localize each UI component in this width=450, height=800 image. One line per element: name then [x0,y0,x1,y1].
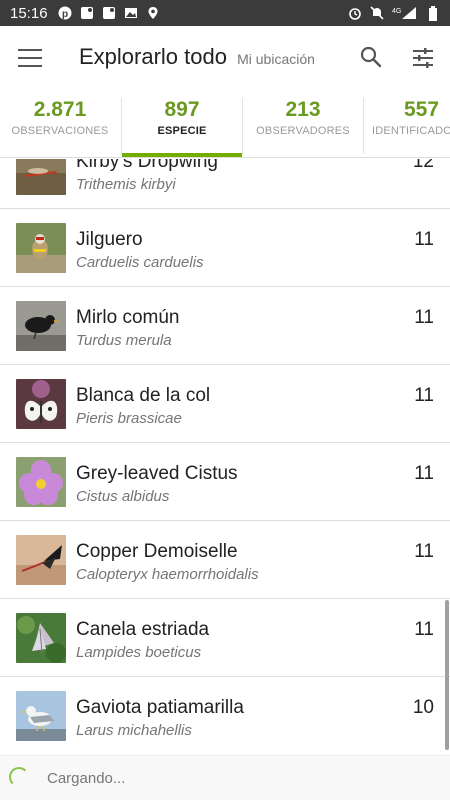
hamburger-icon-line [18,49,42,51]
tab-species[interactable]: 897 ESPECIE [122,92,242,158]
pinterest-icon: p [58,6,72,20]
tab-value: 897 [164,98,200,121]
species-thumbnail [16,159,66,195]
stats-tabs: 2.871 OBSERVACIONES 897 ESPECIE 213 OBSE… [0,92,450,158]
species-thumbnail [16,691,66,741]
list-item[interactable]: Grey-leaved Cistus Cistus albidus 11 [0,443,450,521]
observation-count: 11 [414,619,434,640]
species-list[interactable]: Kirby's Dropwing Trithemis kirbyi 12 Jil… [0,159,450,754]
list-item[interactable]: Canela estriada Lampides boeticus 11 [0,599,450,677]
app-icon [80,6,94,20]
system-icons: 4G [348,5,440,21]
tab-value: 213 [285,98,321,121]
search-icon [360,46,382,68]
hamburger-icon-line [18,57,42,59]
observation-count: 11 [414,463,434,484]
tab-identifiers[interactable]: 557 IDENTIFICADORES [364,92,450,158]
tab-label: OBSERVACIONES [11,125,109,137]
observation-count: 12 [412,159,434,172]
location-subtitle[interactable]: Mi ubicación [237,51,315,67]
loading-footer: Cargando... [0,755,450,800]
list-item[interactable]: Jilguero Carduelis carduelis 11 [0,209,450,287]
species-thumbnail [16,223,66,273]
species-scientific-name: Trithemis kirbyi [76,176,176,193]
tab-observations[interactable]: 2.871 OBSERVACIONES [0,92,120,158]
alarm-icon [348,6,362,20]
observation-count: 11 [414,385,434,406]
app-bar: Explorarlo todo Mi ubicación [0,26,450,92]
status-bar: 15:16 p 4G [0,0,450,26]
list-item[interactable]: Gaviota patiamarilla Larus michahellis 1… [0,677,450,754]
network-label: 4G [392,8,401,15]
tab-value: 2.871 [33,98,87,121]
species-scientific-name: Lampides boeticus [76,644,202,661]
species-thumbnail [16,301,66,351]
page-title-text: Explorarlo todo [79,44,227,69]
battery-icon [426,5,440,21]
list-item[interactable]: Kirby's Dropwing Trithemis kirbyi 12 [0,159,450,209]
species-scientific-name: Pieris brassicae [76,410,182,427]
species-thumbnail [16,535,66,585]
species-common-name: Gaviota patiamarilla [76,697,244,718]
list-item[interactable]: Blanca de la col Pieris brassicae 11 [0,365,450,443]
tab-label: OBSERVADORES [256,125,350,137]
active-tab-indicator [122,153,242,157]
species-thumbnail [16,457,66,507]
species-common-name: Kirby's Dropwing [76,159,218,172]
menu-button[interactable] [18,46,42,70]
scrollbar[interactable] [445,600,449,750]
notification-icons: p [58,6,160,20]
page-title: Explorarlo todo Mi ubicación [79,44,315,70]
mute-icon [370,6,384,20]
tab-label: IDENTIFICADORES [372,125,450,137]
species-common-name: Blanca de la col [76,385,211,406]
app-icon [102,6,116,20]
species-scientific-name: Turdus merula [76,332,172,349]
observation-count: 11 [414,229,434,250]
species-scientific-name: Cistus albidus [76,488,170,505]
species-scientific-name: Larus michahellis [76,722,192,739]
loading-spinner-icon [9,767,29,787]
filter-button[interactable] [410,45,436,71]
search-button[interactable] [358,44,384,70]
location-icon [146,6,160,20]
loading-text: Cargando... [47,770,126,787]
species-common-name: Grey-leaved Cistus [76,463,238,484]
hamburger-icon-line [18,65,42,67]
tab-observers[interactable]: 213 OBSERVADORES [243,92,363,158]
observation-count: 11 [414,541,434,562]
species-common-name: Mirlo común [76,307,180,328]
observation-count: 11 [414,307,434,328]
tab-label: ESPECIE [157,125,207,137]
gallery-icon [124,6,138,20]
observation-count: 10 [412,697,434,718]
svg-text:p: p [61,9,67,20]
species-thumbnail [16,379,66,429]
signal-icon: 4G [392,6,418,20]
species-scientific-name: Carduelis carduelis [76,254,204,271]
species-thumbnail [16,613,66,663]
species-common-name: Copper Demoiselle [76,541,238,562]
list-item[interactable]: Mirlo común Turdus merula 11 [0,287,450,365]
status-time: 15:16 [10,4,48,22]
species-common-name: Jilguero [76,229,143,250]
species-common-name: Canela estriada [76,619,210,640]
list-item[interactable]: Copper Demoiselle Calopteryx haemorrhoid… [0,521,450,599]
tab-value: 557 [404,98,440,121]
species-scientific-name: Calopteryx haemorrhoidalis [76,566,259,583]
filter-sliders-icon [413,48,433,68]
